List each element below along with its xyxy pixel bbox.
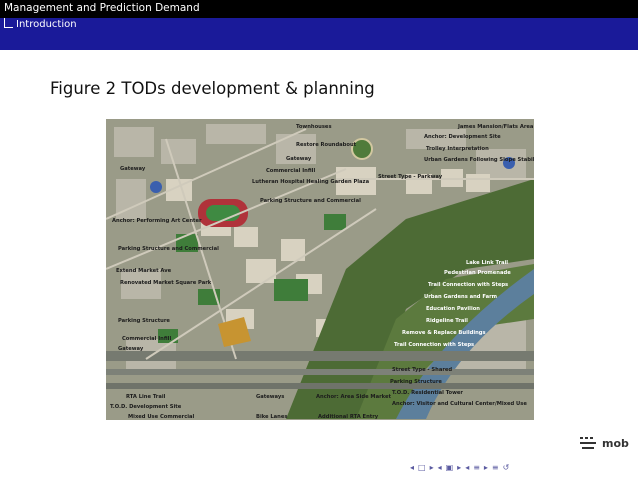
map-callout-label: Parking Structure <box>390 379 442 385</box>
map-callout-label: Ridgeline Trail <box>426 318 468 324</box>
nav-left-icon[interactable]: ◂ <box>410 462 414 474</box>
map-callout-label: Restore Roundabout <box>296 142 357 148</box>
map-callout-label: Gateway <box>118 346 144 352</box>
map-callout-label: Trail Connection with Steps <box>394 342 474 348</box>
map-callout-label: Gateways <box>256 394 284 400</box>
map-callout-label: Urban Gardens Following Slope Stabilizat… <box>424 157 534 163</box>
map-callout-label: James Mansion/Flats Area <box>457 124 534 130</box>
map-callout-label: Lutheran Hospital Healing Garden Plaza <box>252 179 370 185</box>
map-callout-label: Anchor: Performing Art Center <box>112 218 202 224</box>
breadcrumb-subsection-label: Introduction <box>16 19 77 30</box>
map-callout-label: Parking Structure and Commercial <box>260 198 361 204</box>
nav-right-icon[interactable]: ▸ <box>430 462 434 474</box>
map-callout-label: Anchor: Visitor and Cultural Center/Mixe… <box>392 401 527 407</box>
logo-text: mob <box>602 437 629 450</box>
subsection-right-icon[interactable]: ▸ <box>457 462 461 474</box>
map-callout-label: Commercial Infill <box>122 336 171 342</box>
map-callout-label: Renovated Market Square Park <box>120 280 212 286</box>
map-callout-label: Gateway <box>286 156 312 162</box>
map-callout-label: Street Type - Shared <box>392 367 452 373</box>
beamer-header: Management and Prediction Demand Introdu… <box>0 0 638 50</box>
map-callout-label: RTA Line Trail <box>126 394 166 400</box>
tree-branch-icon <box>4 18 13 28</box>
map-callout-label: Bike Lanes <box>256 414 287 420</box>
map-callout-label: Street Type - Parkway <box>378 174 443 180</box>
map-callout-label: Education Pavilion <box>426 306 480 312</box>
breadcrumb-section[interactable]: Management and Prediction Demand <box>4 2 200 14</box>
beamer-navigation: ◂ □ ▸ ◂ ▣ ▸ ◂ ≡ ▸ ≡ ↺ <box>410 462 509 474</box>
map-callout-label: Lake Link Trail <box>466 260 508 266</box>
search-icon[interactable]: ↺ <box>503 462 510 474</box>
map-callout-label: Extend Market Ave <box>116 268 172 274</box>
map-callout-label: Anchor: Development Site <box>424 134 501 140</box>
map-callout-label: Gateway <box>120 166 146 172</box>
map-callout-label: T.O.D. Residential Tower <box>392 390 463 396</box>
map-callout-label: Commercial Infill <box>266 168 315 174</box>
align-icon[interactable]: ≡ <box>492 462 499 474</box>
map-illustration: Townhouses James Mansion/Flats Area Anchor… <box>106 119 534 420</box>
map-callout-label: Parking Structure and Commercial <box>118 246 219 252</box>
map-callout-label: Pedestrian Promenade <box>444 270 511 276</box>
map-callout-label: Anchor: Area Side Market <box>316 394 391 400</box>
map-callout-label: Townhouses <box>296 124 332 130</box>
subsection-left-icon[interactable]: ◂ <box>438 462 442 474</box>
map-callout-label: Parking Structure <box>118 318 170 324</box>
map-callout-label: Mixed Use Commercial <box>128 414 195 420</box>
section-right-icon[interactable]: ▸ <box>484 462 488 474</box>
map-callout-label: Trail Connection with Steps <box>428 282 508 288</box>
breadcrumb-subsection[interactable]: Introduction <box>4 18 77 30</box>
frame-icon[interactable]: □ <box>418 462 426 474</box>
section-left-icon[interactable]: ◂ <box>465 462 469 474</box>
map-callout-label: Additional RTA Entry <box>318 414 379 420</box>
tod-planning-map: Townhouses James Mansion/Flats Area Anchor… <box>106 119 534 420</box>
map-callout-label: Urban Gardens and Farm <box>424 294 497 300</box>
map-callout-label: Trolley Interpretation <box>426 146 489 152</box>
section-equal-icon[interactable]: ≡ <box>473 462 480 474</box>
map-callout-label: Remove & Replace Buildings <box>402 330 486 336</box>
subsection-frame-icon[interactable]: ▣ <box>446 462 454 474</box>
map-callout-label: T.O.D. Development Site <box>110 404 182 410</box>
university-logo: mob <box>580 437 629 450</box>
slide-title: Figure 2 TODs development & planning <box>50 79 375 98</box>
